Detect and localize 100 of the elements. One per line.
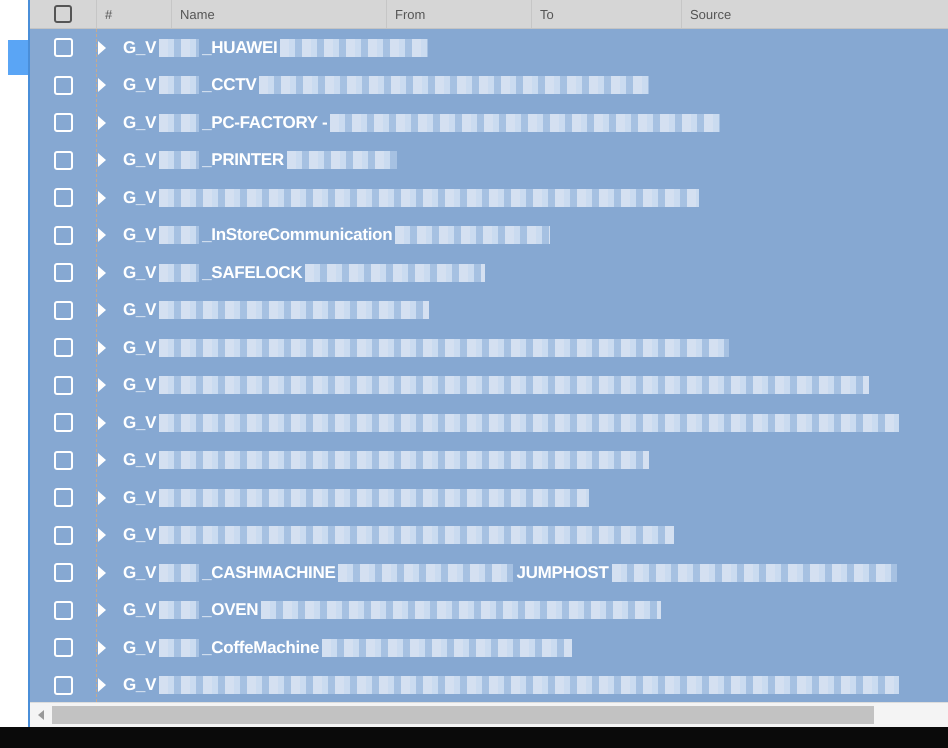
row-checkbox[interactable]: [54, 600, 73, 620]
redacted-block: [159, 264, 200, 282]
group-name: G_V: [123, 300, 156, 320]
select-all-checkbox[interactable]: [54, 5, 72, 23]
expand-caret-icon[interactable]: [97, 602, 107, 618]
row-checkbox[interactable]: [54, 450, 73, 470]
row-checkbox[interactable]: [54, 413, 73, 432]
group-name: _HUAWEI: [202, 38, 278, 58]
group-name: G_V: [123, 225, 156, 246]
table-row[interactable]: G_V: [30, 516, 948, 554]
row-checkbox[interactable]: [54, 376, 73, 395]
redacted-block: [159, 151, 200, 170]
group-name: G_V: [123, 562, 156, 583]
column-header[interactable]: To: [540, 6, 554, 22]
table-row[interactable]: G_V _CCTV: [30, 66, 948, 104]
expand-caret-icon[interactable]: [97, 190, 107, 206]
expand-caret-icon[interactable]: [97, 527, 107, 544]
group-name: _CCTV: [202, 75, 256, 96]
group-name: _PRINTER: [202, 150, 284, 170]
row-checkbox[interactable]: [54, 638, 73, 658]
group-name: G_V: [123, 412, 156, 433]
group-name: G_V: [123, 338, 156, 358]
group-name: G_V: [123, 112, 156, 133]
group-name: G_V: [123, 188, 156, 208]
redacted-block: [159, 564, 200, 582]
table-row[interactable]: G_V _OVEN: [30, 592, 948, 629]
table-row[interactable]: G_V: [30, 366, 948, 404]
table-row[interactable]: G_V _PC-FACTORY -: [30, 104, 948, 142]
scroll-left-icon[interactable]: [38, 710, 44, 720]
row-checkbox[interactable]: [54, 38, 73, 58]
expand-caret-icon[interactable]: [97, 564, 107, 581]
table-row[interactable]: G_V: [30, 329, 948, 366]
expand-caret-icon[interactable]: [97, 114, 107, 131]
row-checkbox[interactable]: [54, 488, 73, 508]
expand-caret-icon[interactable]: [97, 490, 107, 506]
redacted-block: [159, 76, 200, 94]
table-row[interactable]: G_V: [30, 442, 948, 479]
row-checkbox[interactable]: [54, 76, 73, 95]
table-row[interactable]: G_V _PRINTER: [30, 142, 948, 179]
table-row[interactable]: G_V: [30, 292, 948, 329]
group-name: G_V: [123, 638, 156, 658]
redacted-block: [159, 114, 200, 132]
column-header[interactable]: Source: [690, 6, 732, 22]
redacted-block: [159, 601, 200, 620]
group-name: G_V: [123, 262, 156, 283]
group-name: G_V: [123, 600, 156, 620]
row-checkbox[interactable]: [54, 338, 73, 358]
row-checkbox[interactable]: [54, 263, 73, 282]
table-row[interactable]: G_V: [30, 666, 948, 702]
row-checkbox[interactable]: [54, 676, 73, 695]
row-checkbox[interactable]: [54, 113, 73, 132]
expand-caret-icon[interactable]: [97, 264, 107, 281]
expand-caret-icon[interactable]: [97, 452, 107, 468]
column-header[interactable]: Name: [180, 6, 215, 22]
row-checkbox[interactable]: [54, 526, 73, 545]
table-row[interactable]: G_V _CASHMACHINE JUMPHOST: [30, 554, 948, 592]
redacted-block: [159, 226, 200, 244]
group-name: G_V: [123, 675, 156, 696]
group-name: G_V: [123, 75, 156, 96]
row-checkbox[interactable]: [54, 563, 73, 582]
table-row[interactable]: G_V: [30, 479, 948, 516]
group-name: G_V: [123, 450, 156, 470]
column-header[interactable]: #: [105, 6, 112, 22]
expand-caret-icon[interactable]: [97, 414, 107, 431]
group-name: G_V: [123, 525, 156, 546]
table-row[interactable]: G_V _HUAWEI: [30, 29, 948, 66]
expand-caret-icon[interactable]: [97, 227, 107, 244]
expand-caret-icon[interactable]: [97, 77, 107, 94]
table-row[interactable]: G_V _InStoreCommunication: [30, 216, 948, 254]
row-checkbox[interactable]: [54, 226, 73, 245]
redacted-block: [159, 38, 200, 57]
expand-caret-icon[interactable]: [97, 677, 107, 694]
group-name: _PC-FACTORY -: [202, 112, 328, 133]
table-row[interactable]: G_V _CoffeMachine: [30, 629, 948, 666]
group-name: G_V: [123, 375, 156, 396]
group-name: G_V: [123, 488, 156, 508]
expand-caret-icon[interactable]: [97, 340, 107, 356]
expand-caret-icon[interactable]: [97, 377, 107, 394]
redacted-block: [159, 638, 200, 657]
expand-caret-icon[interactable]: [97, 152, 107, 168]
horizontal-scrollbar[interactable]: [30, 702, 948, 727]
table-row[interactable]: G_V: [30, 404, 948, 442]
group-name: _OVEN: [202, 600, 258, 620]
expand-caret-icon[interactable]: [97, 640, 107, 656]
row-checkbox[interactable]: [54, 300, 73, 320]
expand-caret-icon[interactable]: [97, 302, 107, 318]
scrollbar-thumb[interactable]: [52, 706, 874, 724]
group-name: _CoffeMachine: [202, 638, 320, 658]
group-name: JUMPHOST: [516, 562, 609, 583]
row-checkbox[interactable]: [54, 188, 73, 208]
table-row[interactable]: G_V _SAFELOCK: [30, 254, 948, 292]
group-name: G_V: [123, 150, 156, 170]
group-name: G_V: [123, 38, 156, 58]
group-name: _SAFELOCK: [202, 262, 302, 283]
group-name: _InStoreCommunication: [202, 225, 392, 246]
column-header[interactable]: From: [395, 6, 426, 22]
group-name: _CASHMACHINE: [202, 562, 336, 583]
table-row[interactable]: G_V: [30, 179, 948, 216]
row-checkbox[interactable]: [54, 150, 73, 170]
expand-caret-icon[interactable]: [97, 40, 107, 56]
